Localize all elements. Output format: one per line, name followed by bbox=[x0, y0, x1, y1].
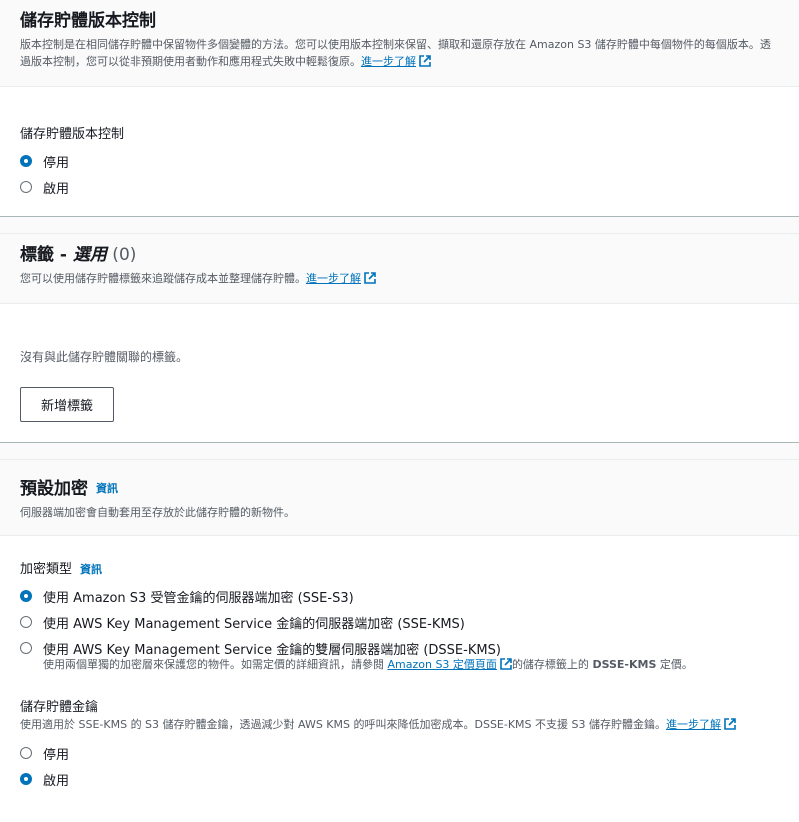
encryption-option-sse-kms[interactable]: 使用 AWS Key Management Service 金鑰的伺服器端加密 … bbox=[20, 609, 779, 635]
tags-empty-text: 沒有與此儲存貯體關聯的標籤。 bbox=[20, 350, 189, 364]
versioning-description: 版本控制是在相同儲存貯體中保留物件多個變體的方法。您可以使用版本控制來保留、擷取… bbox=[20, 36, 779, 72]
versioning-option-disable[interactable]: 停用 bbox=[20, 148, 779, 174]
versioning-body: 儲存貯體版本控制 停用 啟用 bbox=[0, 87, 799, 216]
encryption-type-info-link[interactable]: 資訊 bbox=[80, 563, 102, 576]
encryption-option-sse-s3[interactable]: 使用 Amazon S3 受管金鑰的伺服器端加密 (SSE-S3) bbox=[20, 583, 779, 609]
versioning-option-enable[interactable]: 啟用 bbox=[20, 174, 779, 200]
tags-learn-more-link[interactable]: 進一步了解 bbox=[306, 272, 361, 285]
s3-pricing-link[interactable]: Amazon S3 定價頁面 bbox=[388, 658, 497, 671]
encryption-description: 伺服器端加密會自動套用至存放於此儲存貯體的新物件。 bbox=[20, 506, 295, 519]
radio-unselected-icon[interactable] bbox=[20, 181, 32, 193]
section-gap bbox=[0, 443, 799, 460]
radio-selected-icon[interactable] bbox=[20, 773, 32, 785]
radio-unselected-icon[interactable] bbox=[20, 642, 32, 654]
radio-selected-icon[interactable] bbox=[20, 155, 32, 167]
encryption-info-link[interactable]: 資訊 bbox=[96, 482, 118, 495]
versioning-learn-more-link[interactable]: 進一步了解 bbox=[361, 55, 416, 68]
section-gap bbox=[0, 217, 799, 234]
external-link-icon bbox=[500, 658, 512, 674]
radio-unselected-icon[interactable] bbox=[20, 747, 32, 759]
bucket-key-description: 使用適用於 SSE-KMS 的 S3 儲存貯體金鑰，透過減少對 AWS KMS … bbox=[20, 717, 779, 734]
versioning-header: 儲存貯體版本控制 版本控制是在相同儲存貯體中保留物件多個變體的方法。您可以使用版… bbox=[0, 0, 799, 87]
tags-panel: 標籤 - 選用 (0) 您可以使用儲存貯體標籤來追蹤儲存成本並整理儲存貯體。進一… bbox=[0, 234, 799, 443]
external-link-icon bbox=[364, 272, 376, 289]
versioning-title: 儲存貯體版本控制 bbox=[20, 11, 156, 31]
versioning-field-label: 儲存貯體版本控制 bbox=[20, 127, 125, 142]
tags-body: 沒有與此儲存貯體關聯的標籤。 新增標籤 bbox=[0, 304, 799, 442]
encryption-body: 加密類型 資訊 使用 Amazon S3 受管金鑰的伺服器端加密 (SSE-S3)… bbox=[0, 536, 799, 810]
tags-title: 標籤 - 選用 (0) bbox=[20, 245, 137, 265]
external-link-icon bbox=[724, 718, 736, 734]
encryption-title: 預設加密 資訊 bbox=[20, 479, 118, 499]
dsse-kms-description: 使用兩個單獨的加密層來保護您的物件。如需定價的詳細資訊，請參閱 Amazon S… bbox=[43, 657, 779, 674]
bucket-key-learn-more-link[interactable]: 進一步了解 bbox=[666, 718, 721, 731]
add-tag-button[interactable]: 新增標籤 bbox=[20, 387, 115, 422]
encryption-type-label: 加密類型 資訊 bbox=[20, 562, 103, 577]
versioning-panel: 儲存貯體版本控制 版本控制是在相同儲存貯體中保留物件多個變體的方法。您可以使用版… bbox=[0, 0, 799, 217]
external-link-icon bbox=[419, 55, 431, 72]
bucket-key-option-enable[interactable]: 啟用 bbox=[20, 766, 779, 792]
bucket-key-label: 儲存貯體金鑰 bbox=[20, 700, 99, 715]
encryption-panel: 預設加密 資訊 伺服器端加密會自動套用至存放於此儲存貯體的新物件。 加密類型 資訊 … bbox=[0, 460, 799, 810]
radio-unselected-icon[interactable] bbox=[20, 616, 32, 628]
tags-header: 標籤 - 選用 (0) 您可以使用儲存貯體標籤來追蹤儲存成本並整理儲存貯體。進一… bbox=[0, 234, 799, 304]
encryption-header: 預設加密 資訊 伺服器端加密會自動套用至存放於此儲存貯體的新物件。 bbox=[0, 460, 799, 536]
bucket-key-option-disable[interactable]: 停用 bbox=[20, 740, 779, 766]
tags-description: 您可以使用儲存貯體標籤來追蹤儲存成本並整理儲存貯體。進一步了解 bbox=[20, 270, 779, 289]
radio-selected-icon[interactable] bbox=[20, 590, 32, 602]
